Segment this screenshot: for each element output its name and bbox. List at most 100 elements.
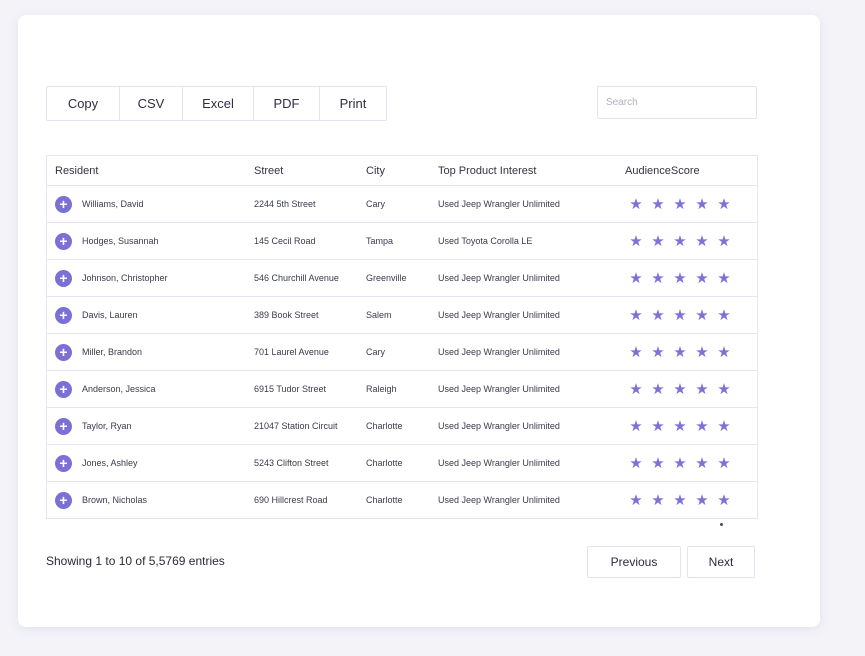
interest-cell: Used Jeep Wrangler Unlimited xyxy=(438,421,560,431)
star-icon: ★ xyxy=(673,270,687,287)
star-icon: ★ xyxy=(673,233,687,250)
star-icon: ★ xyxy=(695,344,709,361)
audience-score-rating: ★ ★ ★ ★ ★ xyxy=(625,417,757,435)
resident-cell: + Taylor, Ryan xyxy=(47,417,254,435)
star-icon: ★ xyxy=(717,344,731,361)
star-icon: ★ xyxy=(695,233,709,250)
city-cell: Raleigh xyxy=(366,384,397,394)
resident-cell: + Jones, Ashley xyxy=(47,454,254,472)
table-row[interactable]: + Davis, Lauren 389 Book Street Salem Used J… xyxy=(47,297,757,334)
star-icon: ★ xyxy=(673,418,687,435)
star-icon: ★ xyxy=(717,307,731,324)
resident-name: Williams, David xyxy=(82,199,144,209)
resident-cell: + Anderson, Jessica xyxy=(47,380,254,398)
resident-cell: + Williams, David xyxy=(47,195,254,213)
plus-circle-icon[interactable]: + xyxy=(55,343,72,361)
table-row[interactable]: + Jones, Ashley 5243 Clifton Street Charlot… xyxy=(47,445,757,482)
plus-circle-icon[interactable]: + xyxy=(55,306,72,324)
interest-cell: Used Jeep Wrangler Unlimited xyxy=(438,347,560,357)
table-row[interactable]: + Hodges, Susannah 145 Cecil Road Tampa Used… xyxy=(47,223,757,260)
column-header-top-product-interest[interactable]: Top Product Interest xyxy=(438,165,625,177)
street-cell: 389 Book Street xyxy=(254,310,319,320)
star-icon: ★ xyxy=(629,270,643,287)
interest-cell: Used Jeep Wrangler Unlimited xyxy=(438,310,560,320)
audience-score-rating: ★ ★ ★ ★ ★ xyxy=(625,195,757,213)
street-cell: 21047 Station Circuit xyxy=(254,421,338,431)
audience-score-rating: ★ ★ ★ ★ ★ xyxy=(625,306,757,324)
street-cell: 6915 Tudor Street xyxy=(254,384,327,394)
resident-name: Jones, Ashley xyxy=(82,458,138,468)
column-header-street[interactable]: Street xyxy=(254,165,366,177)
star-icon: ★ xyxy=(717,381,731,398)
star-icon: ★ xyxy=(717,418,731,435)
column-header-city[interactable]: City xyxy=(366,165,438,177)
interest-cell: Used Jeep Wrangler Unlimited xyxy=(438,495,560,505)
star-icon: ★ xyxy=(629,307,643,324)
star-icon: ★ xyxy=(673,455,687,472)
table-row[interactable]: + Williams, David 2244 5th Street Cary Used … xyxy=(47,186,757,223)
next-page-button[interactable]: Next xyxy=(687,546,755,578)
column-header-resident[interactable]: Resident xyxy=(47,165,254,177)
star-icon: ★ xyxy=(651,233,665,250)
plus-circle-icon[interactable]: + xyxy=(55,454,72,472)
star-icon: ★ xyxy=(651,196,665,213)
star-icon: ★ xyxy=(695,418,709,435)
column-header-audience-score[interactable]: AudienceScore xyxy=(625,165,757,177)
star-icon: ★ xyxy=(629,196,643,213)
copy-button[interactable]: Copy xyxy=(47,87,120,120)
table-info-text: Showing 1 to 10 of 5,5769 entries xyxy=(46,554,225,568)
star-icon: ★ xyxy=(651,307,665,324)
star-icon: ★ xyxy=(695,270,709,287)
search-input[interactable] xyxy=(597,86,757,119)
star-icon: ★ xyxy=(695,196,709,213)
plus-circle-icon[interactable]: + xyxy=(55,195,72,213)
city-cell: Charlotte xyxy=(366,421,403,431)
plus-circle-icon[interactable]: + xyxy=(55,491,72,509)
star-icon: ★ xyxy=(717,492,731,509)
interest-cell: Used Jeep Wrangler Unlimited xyxy=(438,273,560,283)
resident-cell: + Miller, Brandon xyxy=(47,343,254,361)
plus-circle-icon[interactable]: + xyxy=(55,232,72,250)
street-cell: 546 Churchill Avenue xyxy=(254,273,339,283)
street-cell: 690 Hillcrest Road xyxy=(254,495,328,505)
star-icon: ★ xyxy=(651,455,665,472)
star-icon: ★ xyxy=(673,344,687,361)
table-row[interactable]: + Anderson, Jessica 6915 Tudor Street Ralei… xyxy=(47,371,757,408)
resident-cell: + Johnson, Christopher xyxy=(47,269,254,287)
excel-button[interactable]: Excel xyxy=(183,87,254,120)
star-icon: ★ xyxy=(629,492,643,509)
star-icon: ★ xyxy=(695,492,709,509)
star-icon: ★ xyxy=(629,233,643,250)
pdf-button[interactable]: PDF xyxy=(254,87,320,120)
star-icon: ★ xyxy=(629,418,643,435)
audience-score-rating: ★ ★ ★ ★ ★ xyxy=(625,454,757,472)
table-row[interactable]: + Johnson, Christopher 546 Churchill Avenu… xyxy=(47,260,757,297)
table-row[interactable]: + Miller, Brandon 701 Laurel Avenue Cary Use… xyxy=(47,334,757,371)
table-body: + Williams, David 2244 5th Street Cary Used … xyxy=(47,186,757,519)
star-icon: ★ xyxy=(651,270,665,287)
print-button[interactable]: Print xyxy=(320,87,386,120)
street-cell: 5243 Clifton Street xyxy=(254,458,329,468)
star-icon: ★ xyxy=(651,418,665,435)
star-icon: ★ xyxy=(673,492,687,509)
resident-name: Brown, Nicholas xyxy=(82,495,148,505)
resident-name: Hodges, Susannah xyxy=(82,236,159,246)
resident-cell: + Hodges, Susannah xyxy=(47,232,254,250)
audience-score-rating: ★ ★ ★ ★ ★ xyxy=(625,232,757,250)
table-row[interactable]: + Brown, Nicholas 690 Hillcrest Road Charlo… xyxy=(47,482,757,519)
table-row[interactable]: + Taylor, Ryan 21047 Station Circuit Charlo… xyxy=(47,408,757,445)
street-cell: 2244 5th Street xyxy=(254,199,316,209)
star-icon: ★ xyxy=(717,233,731,250)
star-icon: ★ xyxy=(629,344,643,361)
plus-circle-icon[interactable]: + xyxy=(55,269,72,287)
residents-table: Resident Street City Top Product Interes… xyxy=(46,155,758,519)
star-icon: ★ xyxy=(717,270,731,287)
csv-button[interactable]: CSV xyxy=(120,87,183,120)
resident-name: Miller, Brandon xyxy=(82,347,143,357)
table-header-row: Resident Street City Top Product Interes… xyxy=(47,156,757,186)
star-icon: ★ xyxy=(717,196,731,213)
plus-circle-icon[interactable]: + xyxy=(55,417,72,435)
previous-page-button[interactable]: Previous xyxy=(587,546,681,578)
plus-circle-icon[interactable]: + xyxy=(55,380,72,398)
pagination: Previous Next xyxy=(587,546,755,578)
